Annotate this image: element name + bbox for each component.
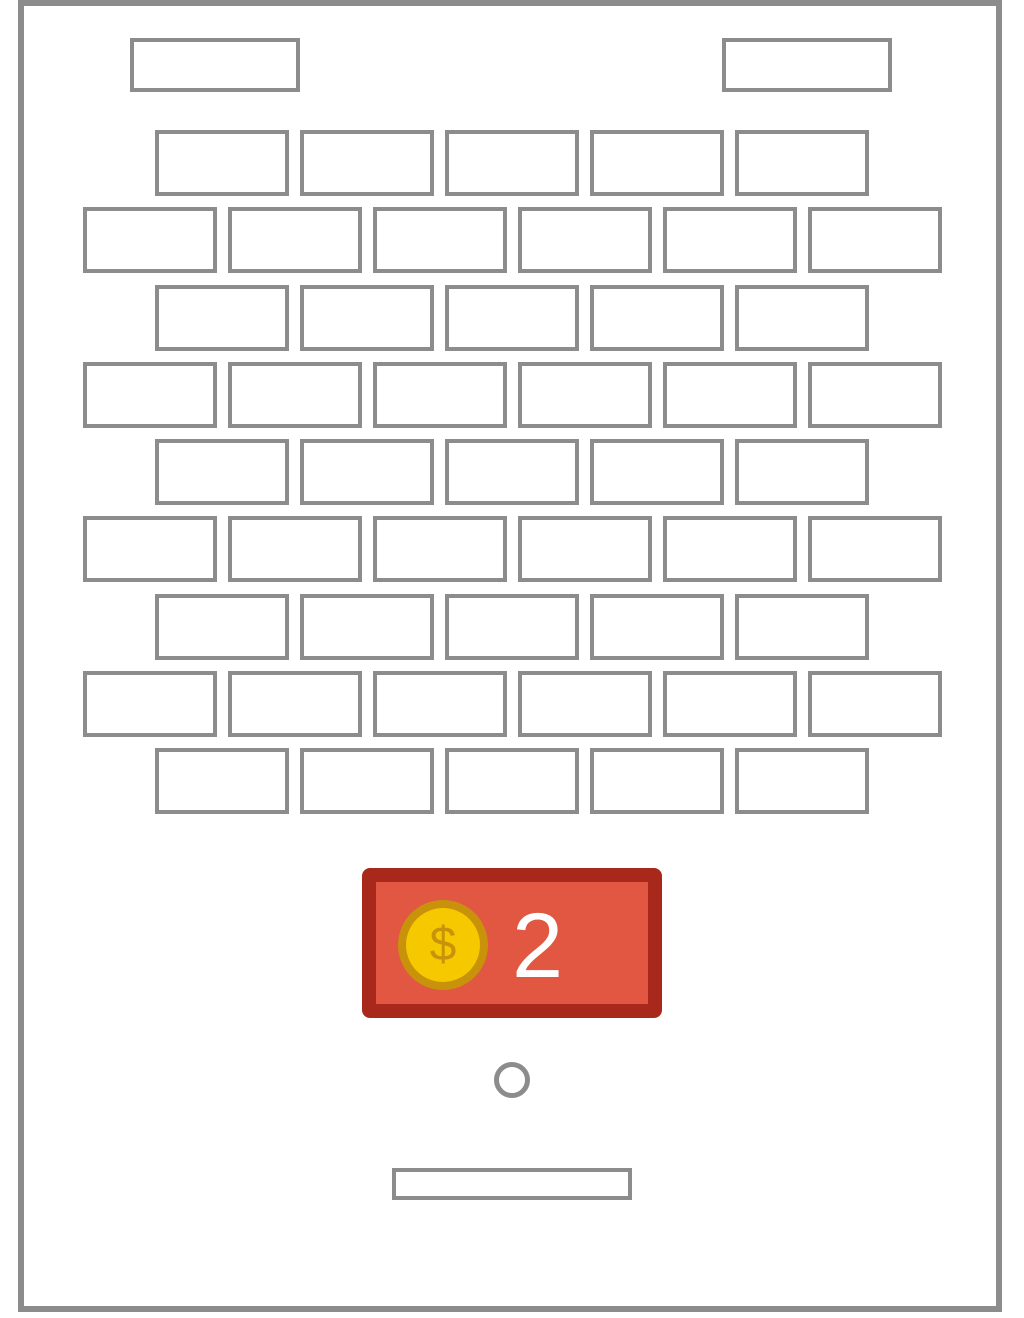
brick — [735, 594, 869, 660]
coin-symbol: $ — [406, 908, 480, 982]
brick — [445, 285, 579, 351]
brick — [590, 594, 724, 660]
brick — [83, 207, 217, 273]
brick — [590, 285, 724, 351]
brick — [155, 285, 289, 351]
ball — [494, 1062, 530, 1098]
brick — [663, 671, 797, 737]
brick — [735, 748, 869, 814]
brick — [83, 516, 217, 582]
brick — [155, 748, 289, 814]
brick — [518, 207, 652, 273]
coin-count: 2 — [512, 895, 564, 997]
brick — [808, 516, 942, 582]
brick — [445, 748, 579, 814]
brick — [300, 594, 434, 660]
brick — [445, 439, 579, 505]
brick — [735, 285, 869, 351]
brick — [228, 516, 362, 582]
hud-left-slot — [130, 38, 300, 92]
brick — [735, 130, 869, 196]
brick — [518, 516, 652, 582]
brick — [663, 362, 797, 428]
brick — [808, 207, 942, 273]
brick — [735, 439, 869, 505]
paddle[interactable] — [392, 1168, 632, 1200]
dollar-coin-icon: $ — [398, 900, 488, 990]
brick — [83, 362, 217, 428]
brick — [808, 362, 942, 428]
brick — [590, 130, 724, 196]
brick — [228, 207, 362, 273]
brick — [300, 130, 434, 196]
coin-counter-panel: $ 2 — [362, 868, 662, 1018]
brick — [83, 671, 217, 737]
brick — [808, 671, 942, 737]
brick — [373, 207, 507, 273]
brick — [663, 516, 797, 582]
brick — [518, 362, 652, 428]
brick — [445, 130, 579, 196]
brick — [518, 671, 652, 737]
brick — [590, 439, 724, 505]
hud-right-slot — [722, 38, 892, 92]
brick — [300, 285, 434, 351]
brick — [228, 362, 362, 428]
brick — [155, 594, 289, 660]
brick — [590, 748, 724, 814]
brick — [373, 362, 507, 428]
brick — [445, 594, 579, 660]
brick — [155, 439, 289, 505]
brick — [300, 439, 434, 505]
brick — [228, 671, 362, 737]
brick — [373, 671, 507, 737]
brick — [663, 207, 797, 273]
brick — [155, 130, 289, 196]
brick — [300, 748, 434, 814]
brick — [373, 516, 507, 582]
